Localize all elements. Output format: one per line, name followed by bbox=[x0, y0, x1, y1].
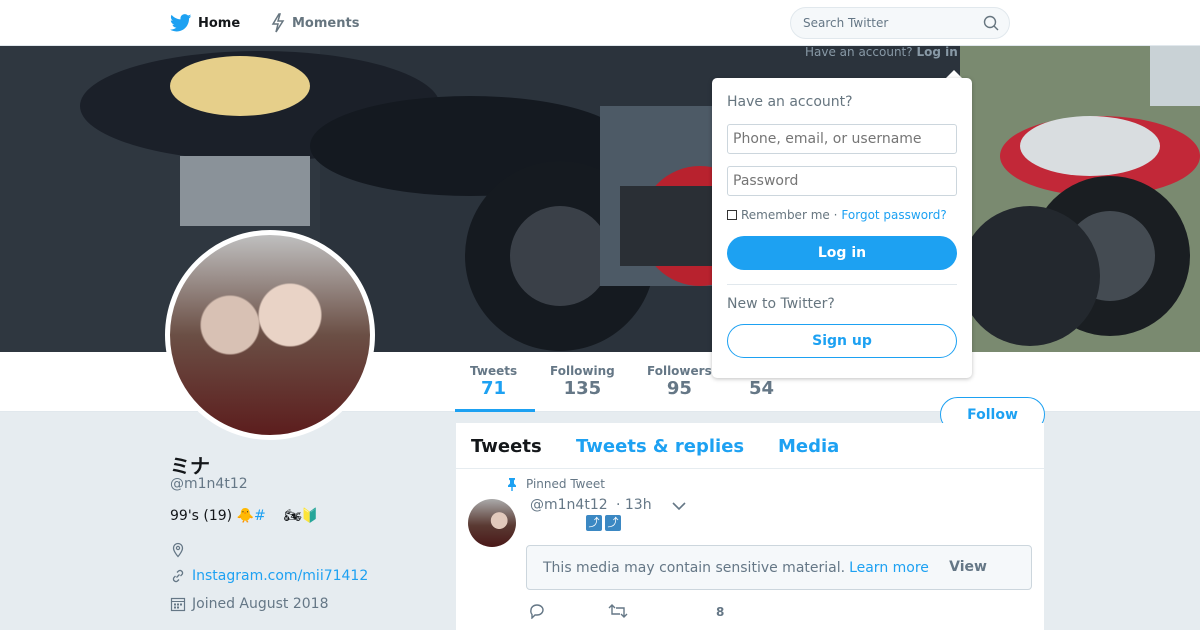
tweet-avatar[interactable] bbox=[468, 499, 516, 547]
have-account-header: Have an account? Log in bbox=[805, 45, 958, 59]
tweet-handle[interactable]: @m1n4t12 bbox=[530, 497, 608, 513]
stat-value: 71 bbox=[481, 378, 507, 399]
stat-value: 54 bbox=[749, 378, 775, 399]
tab-tweets[interactable]: Tweets bbox=[471, 436, 542, 457]
tweet-text: ⤴ ⤴ bbox=[586, 515, 624, 531]
like-count[interactable]: 8 bbox=[716, 605, 724, 619]
remember-row: Remember me · Forgot password? bbox=[727, 208, 947, 222]
remember-checkbox[interactable] bbox=[727, 210, 737, 220]
profile-name: ミナ bbox=[170, 454, 210, 478]
password-field[interactable] bbox=[727, 166, 957, 196]
retweet-icon[interactable] bbox=[608, 603, 628, 619]
stat-label: Following bbox=[550, 364, 615, 378]
profile-url: Instagram.com/mii71412 bbox=[170, 568, 368, 584]
search-placeholder: Search Twitter bbox=[803, 16, 889, 30]
bio-hashtag[interactable]: # bbox=[254, 508, 266, 524]
nav-moments[interactable]: Moments bbox=[270, 0, 359, 46]
login-title: Have an account? bbox=[727, 94, 853, 110]
emoji-arrow: ⤴ bbox=[605, 515, 621, 531]
login-button[interactable]: Log in bbox=[727, 236, 957, 270]
sensitive-text: This media may contain sensitive materia… bbox=[543, 559, 846, 576]
calendar-icon bbox=[170, 597, 186, 612]
stat-label: Followers bbox=[647, 364, 712, 378]
forgot-password-link[interactable]: Forgot password? bbox=[841, 208, 946, 222]
tab-tweets-replies[interactable]: Tweets & replies bbox=[576, 436, 744, 457]
profile-joined: Joined August 2018 bbox=[170, 596, 328, 612]
remember-label: Remember me · bbox=[741, 208, 838, 222]
nav-moments-label: Moments bbox=[292, 15, 360, 31]
reply-icon[interactable] bbox=[528, 603, 546, 619]
nav-home[interactable]: Home bbox=[170, 0, 240, 46]
profile-bio: 99's (19) 🐥# 🏍🔰 bbox=[170, 508, 319, 524]
bio-text: 99's (19) 🐥 bbox=[170, 508, 255, 524]
have-account-text: Have an account? bbox=[805, 45, 913, 59]
timeline-tabs: Tweets Tweets & replies Media bbox=[456, 423, 1044, 469]
chevron-down-icon[interactable] bbox=[672, 501, 686, 511]
bio-emoji: 🏍🔰 bbox=[283, 508, 319, 524]
new-to-twitter-label: New to Twitter? bbox=[727, 296, 835, 312]
link-icon bbox=[172, 569, 184, 583]
tab-media[interactable]: Media bbox=[778, 436, 839, 457]
dropdown-caret bbox=[946, 70, 962, 78]
stat-label: Tweets bbox=[470, 364, 518, 378]
view-button[interactable]: View bbox=[949, 559, 987, 575]
profile-avatar[interactable] bbox=[165, 230, 375, 440]
active-stat-underline bbox=[455, 409, 535, 412]
stat-value: 95 bbox=[666, 378, 692, 399]
learn-more-link[interactable]: Learn more bbox=[849, 560, 929, 576]
header-login-link[interactable]: Log in bbox=[916, 45, 957, 59]
search-input[interactable]: Search Twitter bbox=[790, 7, 1010, 39]
profile-location bbox=[170, 542, 192, 558]
username-field[interactable] bbox=[727, 124, 957, 154]
location-pin-icon bbox=[172, 542, 184, 558]
timeline: Tweets Tweets & replies Media Pinned Twe… bbox=[456, 423, 1044, 630]
dropdown-divider bbox=[727, 284, 957, 285]
joined-text: Joined August 2018 bbox=[192, 596, 329, 612]
emoji-arrow: ⤴ bbox=[586, 515, 602, 531]
sensitive-media-notice: This media may contain sensitive materia… bbox=[526, 545, 1032, 590]
tweet-timestamp[interactable]: · 13h bbox=[616, 497, 652, 513]
pinned-text: Pinned Tweet bbox=[526, 477, 605, 491]
login-dropdown: Have an account? Remember me · Forgot pa… bbox=[712, 78, 972, 378]
profile-url-link[interactable]: Instagram.com/mii71412 bbox=[192, 568, 368, 584]
stat-followers[interactable]: Followers 95 bbox=[647, 364, 712, 399]
pinned-tweet-label: Pinned Tweet bbox=[506, 477, 605, 491]
lightning-icon bbox=[271, 13, 285, 33]
nav-home-label: Home bbox=[198, 15, 241, 31]
top-nav: Home Moments Search Twitter bbox=[0, 0, 1200, 46]
pin-icon bbox=[508, 478, 516, 491]
stat-value: 135 bbox=[563, 378, 602, 399]
search-icon[interactable] bbox=[983, 15, 999, 31]
profile-handle: @m1n4t12 bbox=[170, 476, 248, 492]
stat-tweets[interactable]: Tweets 71 bbox=[470, 364, 517, 399]
bird-icon bbox=[170, 14, 192, 32]
signup-button[interactable]: Sign up bbox=[727, 324, 957, 358]
stat-following[interactable]: Following 135 bbox=[550, 364, 615, 399]
